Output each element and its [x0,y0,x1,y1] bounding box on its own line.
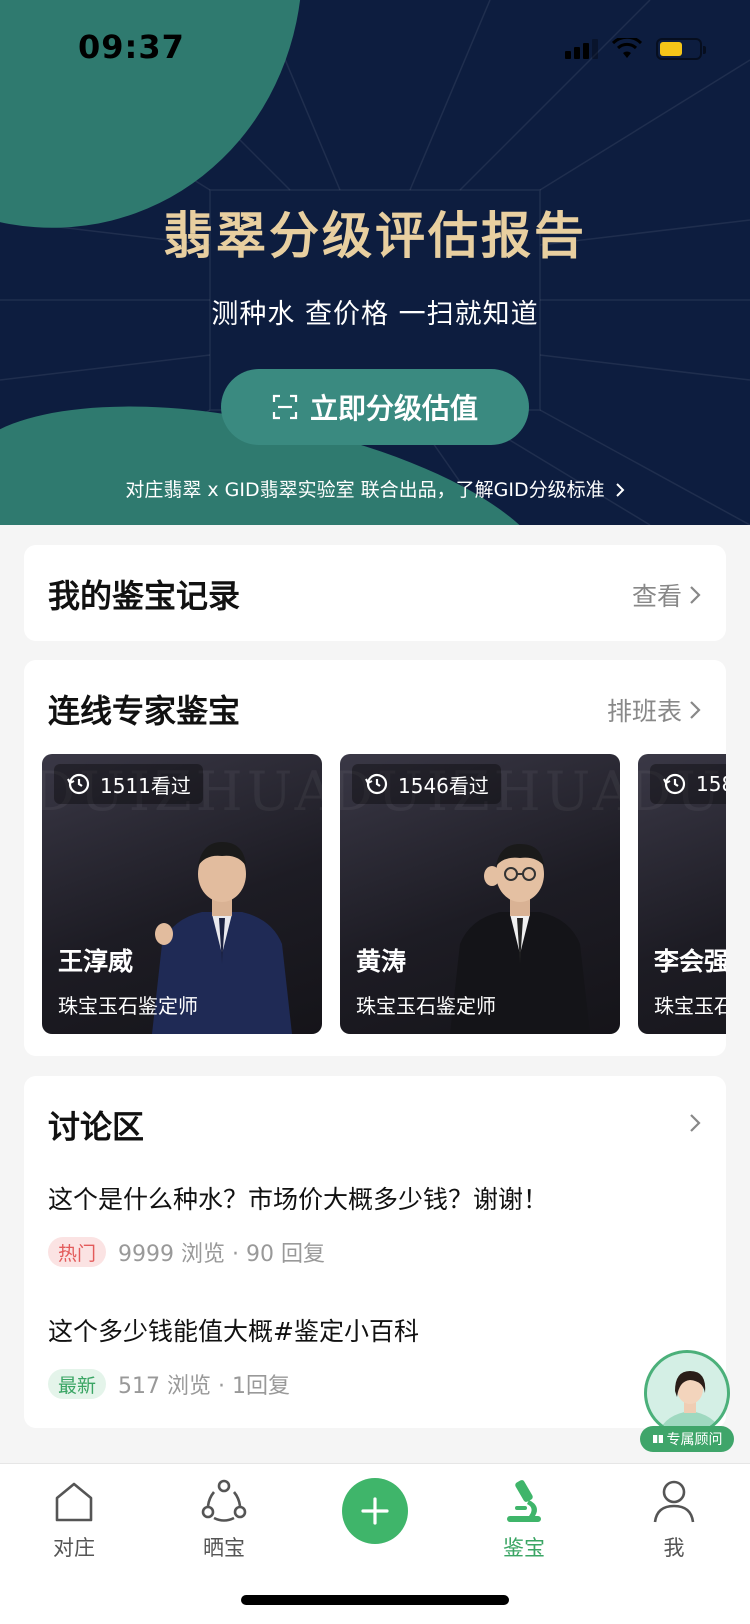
tab-label: 晒宝 [203,1536,245,1560]
post-meta: 最新 517 浏览 · 1回复 [48,1368,290,1400]
expert-card[interactable]: DUIZHUANG 158 李会强 珠宝玉石鉴定师 [638,754,726,1034]
expert-card[interactable]: DUIZHUANG 1546看过 黄涛 珠宝玉石鉴定师 [340,754,620,1034]
expert-card[interactable]: DUIZHUANG 1511看过 王淳威 珠宝玉石鉴定师 [42,754,322,1034]
new-tag: 最新 [48,1369,107,1399]
status-icons [565,38,706,60]
advisor-button[interactable]: 专属顾问 [640,1350,734,1454]
share-icon [201,1479,247,1522]
hero-subtitle: 测种水 查价格 一扫就知道 [211,299,539,330]
advisor-label: 专属顾问 [640,1426,734,1452]
book-icon [652,1435,663,1443]
grade-estimate-button[interactable]: 立即分级估值 [221,369,529,445]
view-count: 158 [696,772,726,796]
chevron-right-icon[interactable] [688,1112,702,1134]
post-stats: 9999 浏览 · 90 回复 [118,1242,325,1267]
expert-name: 黄涛 [356,947,407,976]
history-icon [365,773,388,795]
records-view-label: 查看 [631,582,682,611]
records-view-link[interactable]: 查看 [632,577,702,613]
tab-label: 对庄 [53,1536,95,1560]
home-indicator [241,1595,509,1605]
discussion-card: 讨论区 这个是什么种水？市场价大概多少钱？谢谢！ 热门 9999 浏览 · 90… [24,1076,726,1428]
gid-note-text: 对庄翡翠 x GID翡翠实验室 联合出品，了解GID分级标准 [125,479,605,501]
wifi-icon [612,38,642,58]
schedule-label: 排班表 [606,697,682,726]
hero-title: 翡翠分级评估报告 [163,207,587,265]
hero-banner: 09:37 翡翠分级评估报告 测种水 查价格 一扫就知道 立即分级估值 对庄翡翠… [0,0,750,525]
grade-estimate-label: 立即分级估值 [309,392,478,425]
advisor-avatar [644,1350,730,1436]
expert-name: 李会强 [654,947,726,976]
scan-icon [272,394,298,420]
tab-label: 鉴宝 [503,1536,545,1560]
post-stats: 517 浏览 · 1回复 [118,1374,290,1399]
chevron-right-icon [690,586,701,604]
home-icon [55,1482,93,1522]
expert-role: 珠宝玉石鉴定师 [654,994,726,1018]
gid-standard-link[interactable]: 对庄翡翠 x GID翡翠实验室 联合出品，了解GID分级标准 [0,475,750,502]
tab-jianbao[interactable]: 鉴宝 [474,1476,574,1562]
add-button[interactable] [342,1478,408,1544]
view-count-badge: 1546看过 [352,764,501,804]
person-icon [653,1480,695,1523]
view-count-badge: 158 [650,764,726,804]
expert-name: 王淳威 [58,947,134,976]
records-card[interactable]: 我的鉴宝记录 查看 [24,545,726,641]
view-count: 1546看过 [398,773,489,798]
records-title: 我的鉴宝记录 [48,577,241,615]
schedule-link[interactable]: 排班表 [607,692,702,728]
experts-title: 连线专家鉴宝 [48,692,241,730]
advisor-label-text: 专属顾问 [666,1432,723,1448]
view-count: 1511看过 [100,773,191,798]
experts-carousel[interactable]: DUIZHUANG 1511看过 王淳威 珠宝玉石鉴定师 DUIZHUANG [42,754,726,1034]
post-meta: 热门 9999 浏览 · 90 回复 [48,1236,325,1268]
tab-shaibao[interactable]: 晒宝 [174,1476,274,1562]
tab-duizhuang[interactable]: 对庄 [24,1476,124,1562]
post-title[interactable]: 这个多少钱能值大概#鉴定小百科 [48,1312,419,1348]
discussion-title: 讨论区 [48,1108,145,1146]
plus-icon [361,1497,389,1525]
history-icon [67,773,90,795]
chevron-right-icon [615,483,625,497]
expert-role: 珠宝玉石鉴定师 [356,994,496,1018]
status-time: 09:37 [78,28,185,66]
microscope-icon [507,1480,541,1522]
view-count-badge: 1511看过 [54,764,203,804]
expert-role: 珠宝玉石鉴定师 [58,994,198,1018]
tab-label: 我 [663,1536,685,1560]
history-icon [663,773,686,795]
experts-card: 连线专家鉴宝 排班表 DUIZHUANG 1511看过 王淳威 珠宝玉石鉴定师 [24,660,726,1056]
tab-me[interactable]: 我 [624,1476,724,1562]
hot-tag: 热门 [48,1237,107,1267]
signal-icon [565,39,598,59]
chevron-right-icon [690,701,701,719]
battery-icon [656,38,706,60]
post-title[interactable]: 这个是什么种水？市场价大概多少钱？谢谢！ [48,1180,548,1216]
